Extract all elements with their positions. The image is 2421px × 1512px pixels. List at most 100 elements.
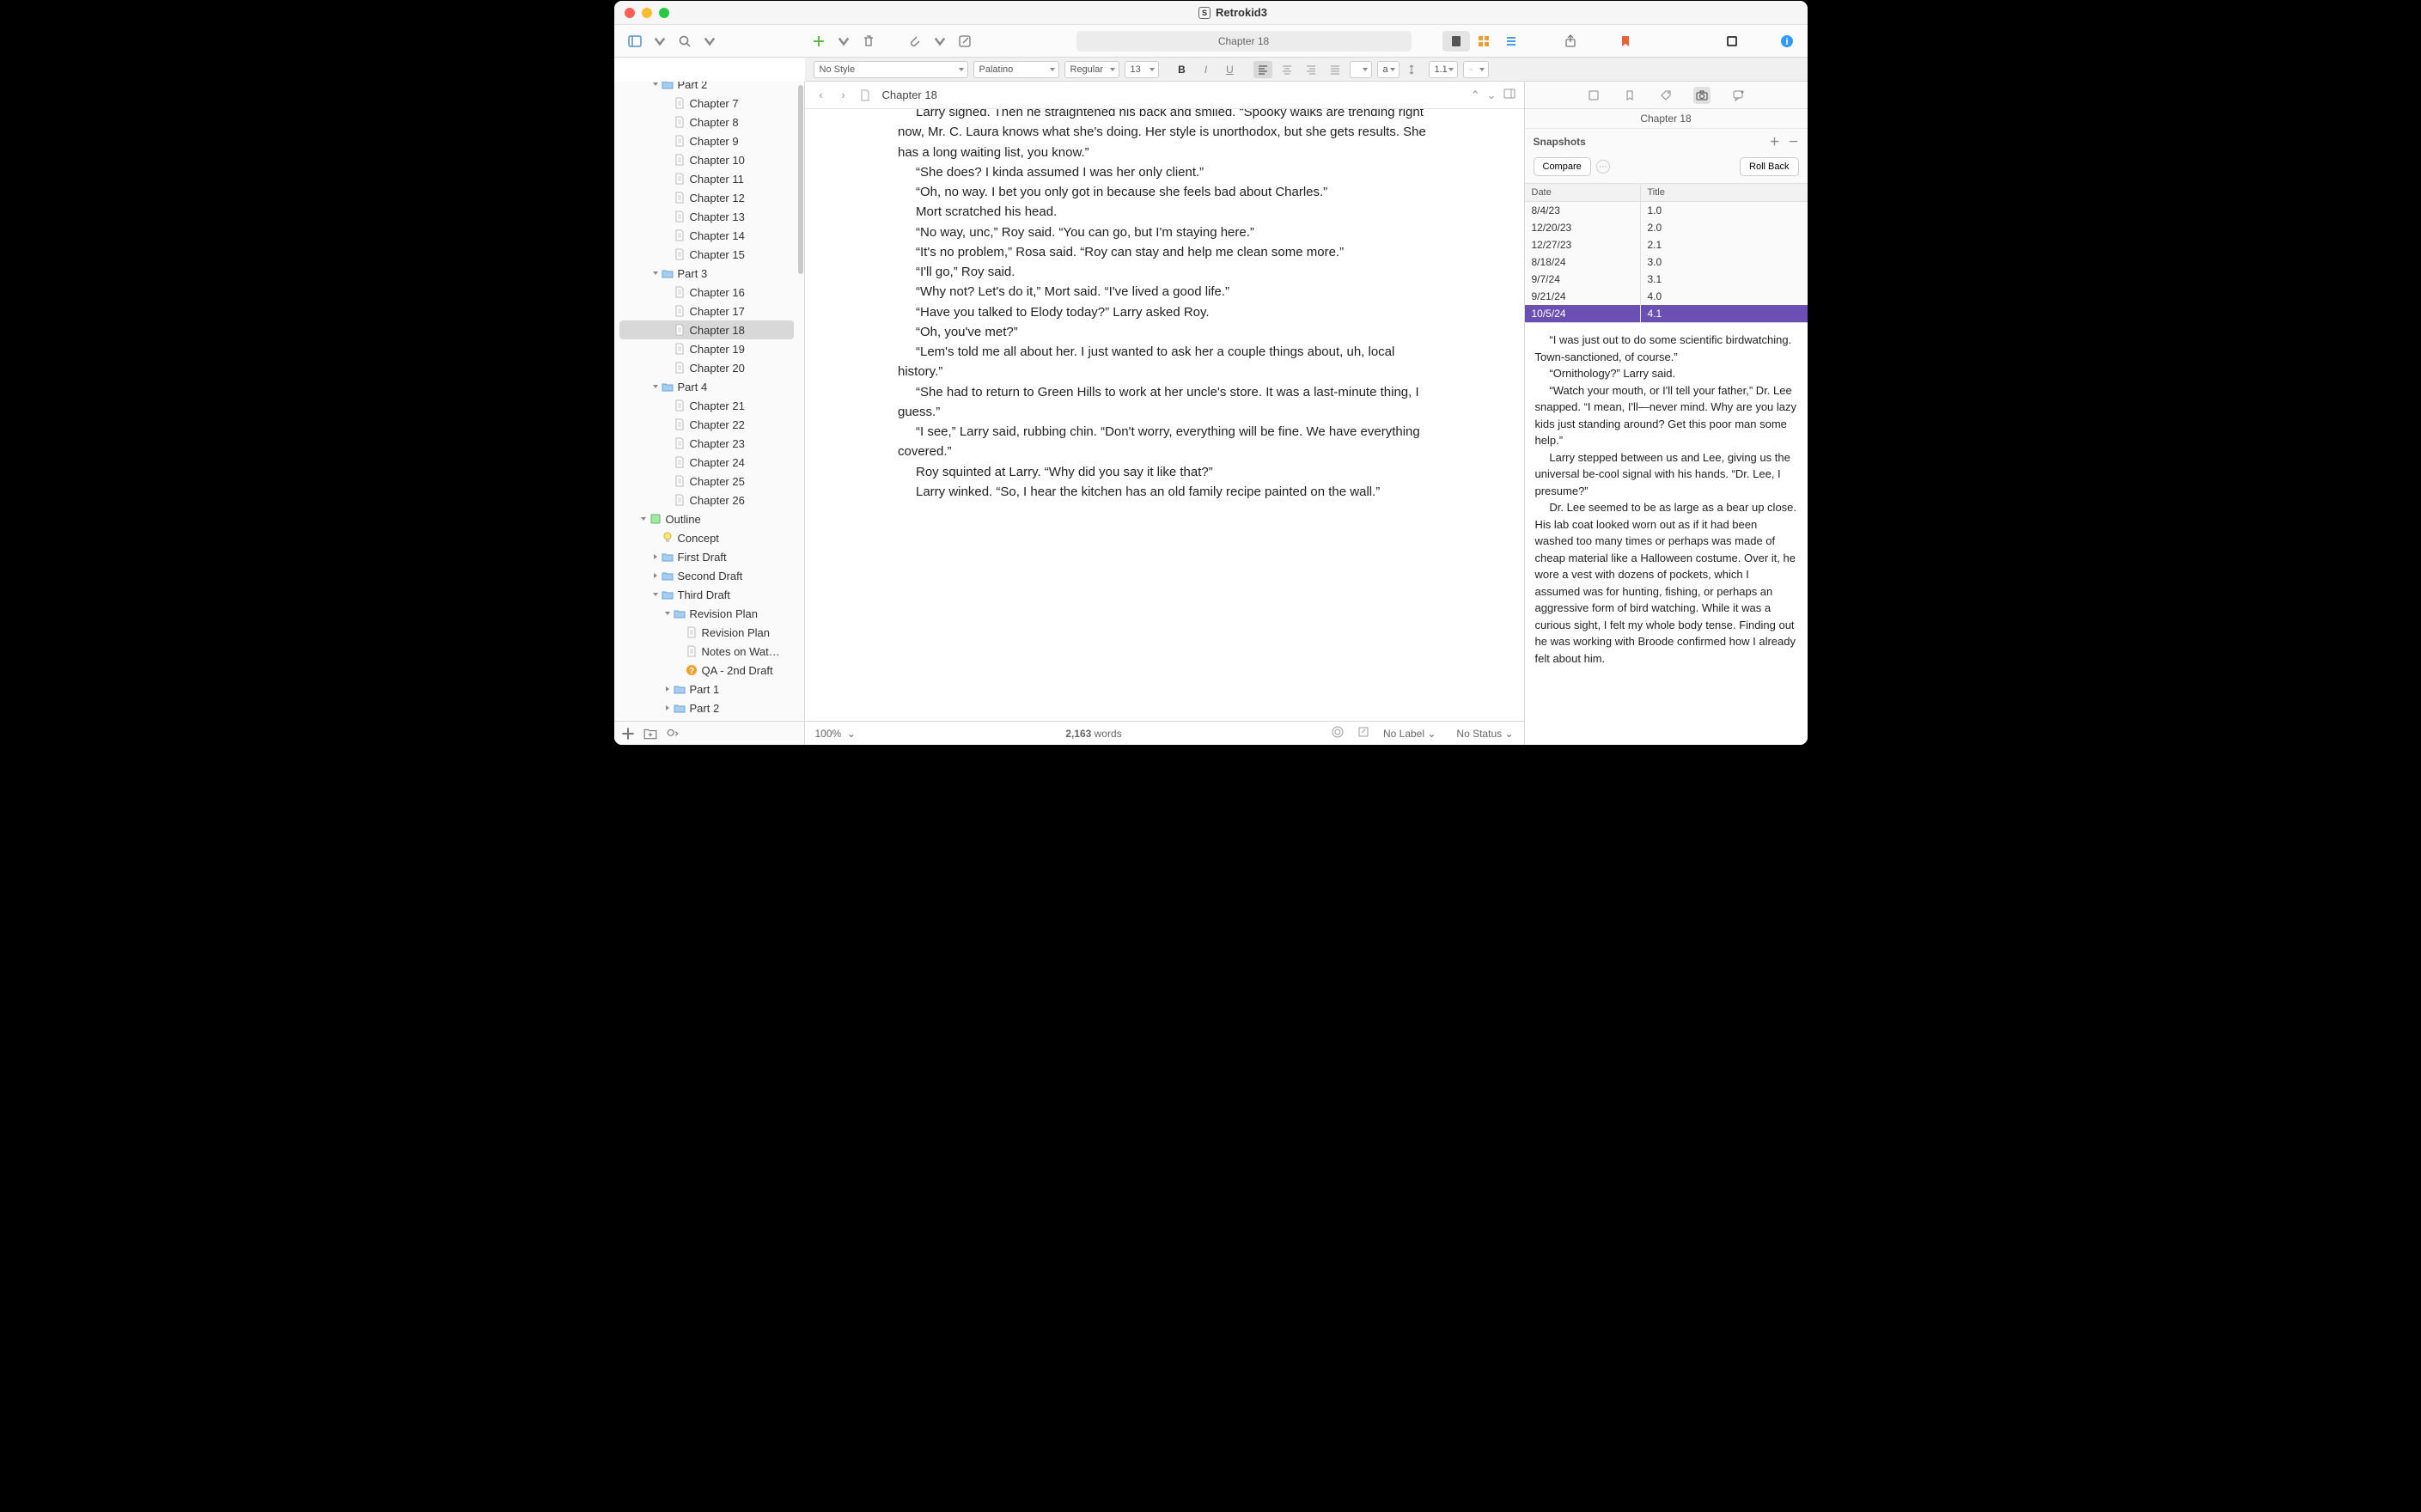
snapshot-preview[interactable]: “I was just out to do some scientific bi… [1525, 322, 1808, 745]
attach-button[interactable] [903, 31, 927, 52]
inspector-toggle-button[interactable]: i [1775, 31, 1799, 52]
font-size-select[interactable]: 13 [1125, 61, 1159, 78]
disclosure-triangle-icon[interactable] [650, 82, 661, 89]
bookmark-button[interactable] [1613, 31, 1637, 52]
disclosure-triangle-icon[interactable] [662, 703, 673, 713]
editor-paragraph[interactable]: “I see,” Larry said, rubbing chin. “Don'… [898, 422, 1430, 462]
quick-search-bar[interactable]: Chapter 18 [1076, 31, 1412, 52]
snapshot-row[interactable]: 9/7/243.1 [1525, 271, 1808, 288]
editor-body[interactable]: Larry sighed. Then he straightened his b… [805, 109, 1524, 721]
minimize-window-button[interactable] [642, 8, 652, 18]
binder-item[interactable]: Chapter 8 [619, 113, 794, 131]
view-outline-button[interactable] [1497, 31, 1525, 52]
binder-item[interactable]: Chapter 21 [619, 396, 794, 415]
editor-paragraph[interactable]: “It's no problem,” Rosa said. “Roy can s… [898, 242, 1430, 262]
binder-settings-button[interactable] [666, 727, 680, 741]
editor-paragraph[interactable]: “She had to return to Green Hills to wor… [898, 382, 1430, 423]
disclosure-triangle-icon[interactable] [650, 570, 661, 581]
nav-back-button[interactable]: ‹ [814, 88, 829, 101]
binder-add-button[interactable] [621, 727, 635, 741]
compare-options-button[interactable]: ⋯ [1596, 160, 1610, 174]
bold-button[interactable]: B [1173, 61, 1192, 78]
label-select[interactable]: No Label ⌄ [1383, 728, 1436, 740]
disclosure-triangle-icon[interactable] [650, 552, 661, 562]
text-color-select[interactable]: a [1377, 61, 1400, 78]
status-select[interactable]: No Status ⌄ [1456, 728, 1513, 740]
binder-item[interactable]: Chapter 14 [619, 226, 794, 245]
binder-sidebar[interactable]: Part 2Chapter 7Chapter 8Chapter 9Chapter… [614, 82, 805, 745]
snapshot-row[interactable]: 10/5/244.1 [1525, 305, 1808, 322]
disclosure-triangle-icon[interactable] [662, 684, 673, 694]
binder-item[interactable]: Third Draft [619, 585, 794, 604]
trash-button[interactable] [857, 31, 881, 52]
italic-button[interactable]: I [1197, 61, 1216, 78]
editor-paragraph[interactable]: Mort scratched his head. [898, 202, 1430, 222]
target-icon[interactable] [1332, 726, 1344, 741]
binder-item[interactable]: Chapter 26 [619, 491, 794, 509]
header-down-button[interactable]: ⌄ [1487, 88, 1497, 102]
binder-item[interactable]: Chapter 13 [619, 207, 794, 226]
binder-item[interactable]: Part 4 [619, 377, 794, 396]
binder-item[interactable]: Revision Plan [619, 623, 794, 642]
disclosure-triangle-icon[interactable] [650, 268, 661, 278]
header-up-button[interactable]: ⌃ [1471, 88, 1480, 102]
underline-button[interactable]: U [1221, 61, 1240, 78]
compose-button[interactable] [953, 31, 977, 52]
zoom-select[interactable]: 100% ⌄ [815, 728, 856, 740]
binder-item[interactable]: Chapter 19 [619, 339, 794, 358]
binder-item[interactable]: Chapter 22 [619, 415, 794, 434]
editor-paragraph[interactable]: “Oh, you've met?” [898, 322, 1430, 342]
binder-menu-button[interactable] [654, 31, 666, 52]
editor-paragraph[interactable]: Larry sighed. Then he straightened his b… [898, 109, 1430, 162]
binder-item[interactable]: Chapter 18 [619, 320, 794, 339]
search-menu-button[interactable] [704, 31, 716, 52]
compose-mode-button[interactable] [1720, 31, 1744, 52]
binder-item[interactable]: Chapter 12 [619, 188, 794, 207]
editor-paragraph[interactable]: “Have you talked to Elody today?” Larry … [898, 302, 1430, 322]
compare-button[interactable]: Compare [1534, 157, 1591, 176]
binder-item[interactable]: First Draft [619, 547, 794, 566]
add-menu-button[interactable] [838, 31, 850, 52]
binder-item[interactable]: Chapter 16 [619, 283, 794, 302]
disclosure-triangle-icon[interactable] [650, 381, 661, 392]
editor-paragraph[interactable]: “I'll go,” Roy said. [898, 262, 1430, 282]
zoom-window-button[interactable] [659, 8, 669, 18]
binder-item[interactable]: Revision Plan [619, 604, 794, 623]
header-split-button[interactable] [1503, 88, 1515, 102]
list-select[interactable] [1463, 61, 1489, 78]
align-right-button[interactable] [1302, 61, 1320, 78]
editor-paragraph[interactable]: “Lem's told me all about her. I just wan… [898, 342, 1430, 382]
binder-item[interactable]: Part 3 [619, 264, 794, 283]
binder-scrollbar[interactable] [798, 85, 803, 274]
snapshots-title-header[interactable]: Title [1641, 184, 1808, 201]
inspector-notes-tab[interactable] [1585, 87, 1602, 104]
binder-item[interactable]: Chapter 25 [619, 472, 794, 491]
binder-item[interactable]: Part 2 [619, 82, 794, 94]
binder-item[interactable]: Chapter 7 [619, 94, 794, 113]
font-weight-select[interactable]: Regular [1064, 61, 1119, 78]
font-family-select[interactable]: Palatino [973, 61, 1059, 78]
line-spacing-select[interactable]: 1.1 [1429, 61, 1458, 78]
binder-item[interactable]: Chapter 9 [619, 131, 794, 150]
binder-item[interactable]: Chapter 17 [619, 302, 794, 320]
editor-paragraph[interactable]: “No way, unc,” Roy said. “You can go, bu… [898, 223, 1430, 242]
rollback-button[interactable]: Roll Back [1740, 157, 1798, 176]
editor-paragraph[interactable]: Roy squinted at Larry. “Why did you say … [898, 462, 1430, 482]
binder-item[interactable]: Part 2 [619, 698, 794, 717]
binder-item[interactable]: Notes on Wat… [619, 642, 794, 661]
align-center-button[interactable] [1278, 61, 1296, 78]
inspector-comments-tab[interactable] [1729, 87, 1747, 104]
disclosure-triangle-icon[interactable] [638, 514, 649, 524]
word-count[interactable]: 2,163 words [1065, 728, 1121, 740]
inspector-metadata-tab[interactable] [1657, 87, 1674, 104]
binder-item[interactable]: Second Draft [619, 566, 794, 585]
snapshot-row[interactable]: 8/18/243.0 [1525, 253, 1808, 271]
inspector-bookmarks-tab[interactable] [1621, 87, 1638, 104]
paragraph-style-select[interactable]: No Style [814, 61, 968, 78]
binder-item[interactable]: Chapter 24 [619, 453, 794, 472]
align-left-button[interactable] [1253, 61, 1272, 78]
view-document-button[interactable] [1442, 31, 1470, 52]
editor-paragraph[interactable]: Larry winked. “So, I hear the kitchen ha… [898, 482, 1430, 502]
snapshot-remove-button[interactable]: － [1788, 134, 1798, 149]
snapshots-date-header[interactable]: Date [1525, 184, 1641, 201]
